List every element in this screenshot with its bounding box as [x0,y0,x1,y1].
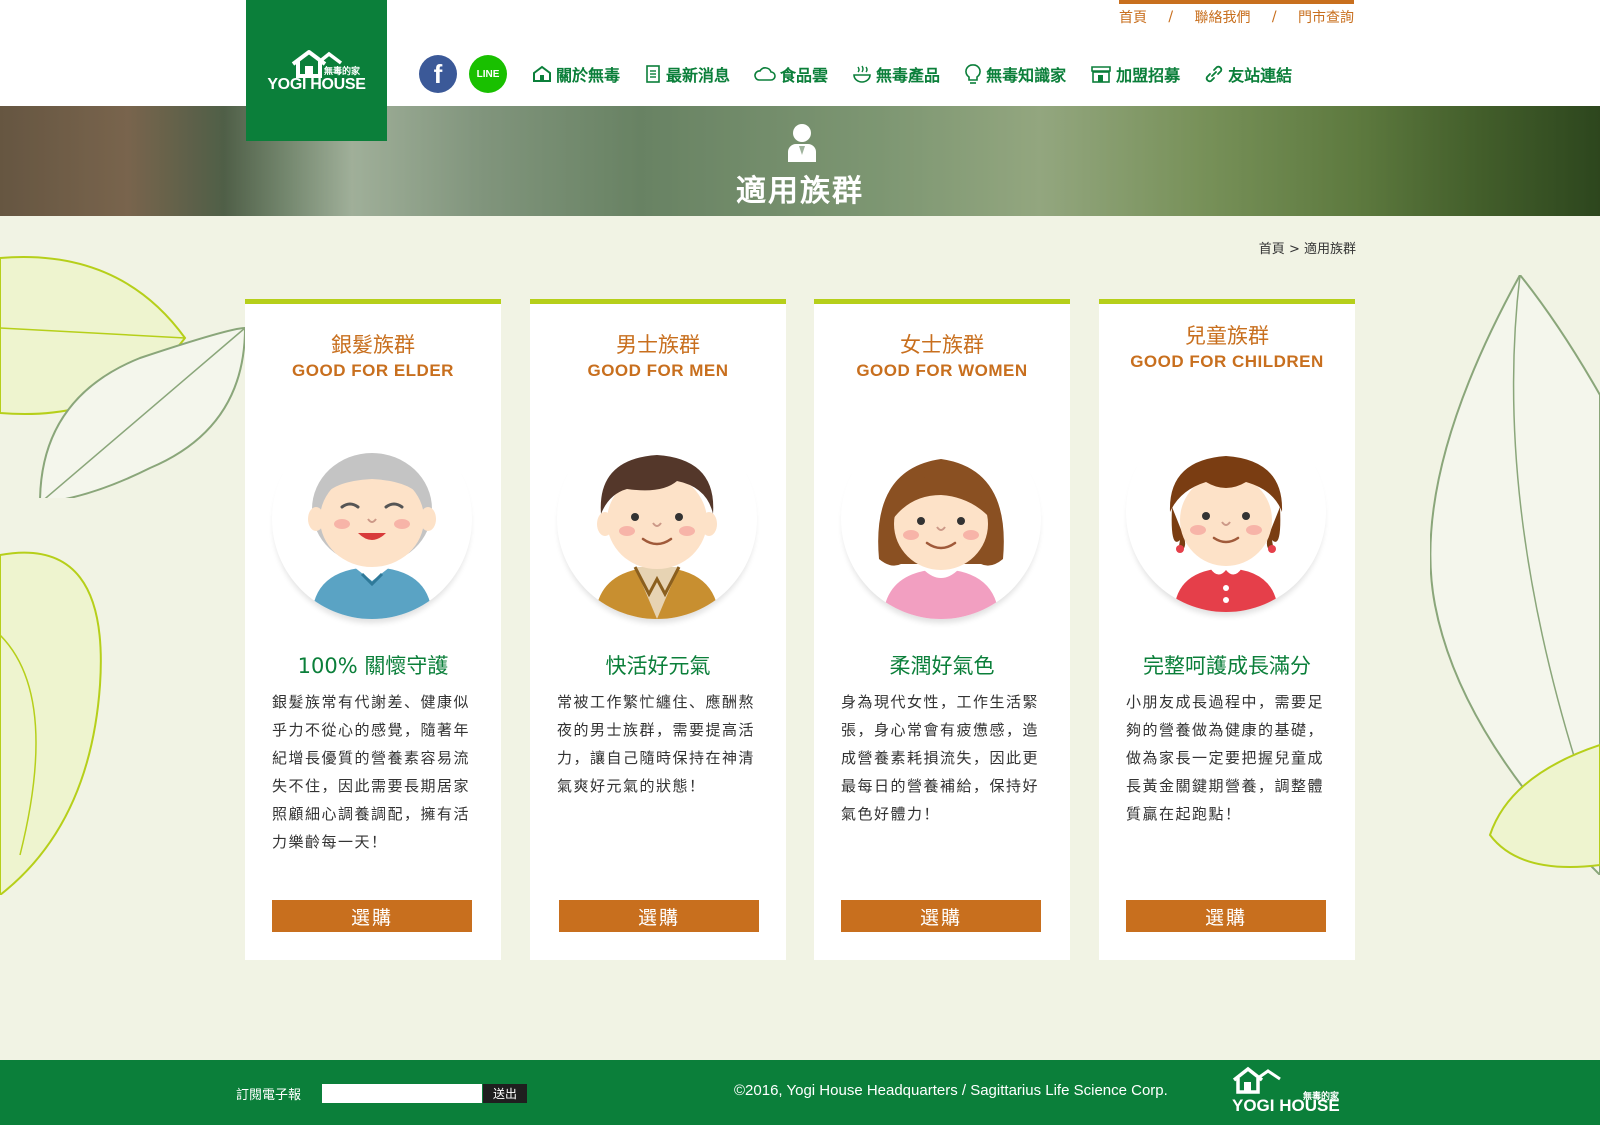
card-women: 女士族群 GOOD FOR WOMEN 柔潤好氣色 身為現代女性，工作生活緊張，… [814,299,1070,960]
card-headline: 快活好元氣 [605,654,711,678]
logo-text: YOGI HOUSE [267,75,366,93]
top-links: 首頁 / 聯絡我們 / 門市查詢 [1119,0,1354,30]
card-title-en: GOOD FOR CHILDREN [1130,352,1324,371]
card-elder: 銀髮族群 GOOD FOR ELDER 100% 關懷守護 銀髮族常有代謝差、健… [245,299,501,960]
card-headline: 完整呵護成長滿分 [1143,654,1311,678]
nav-label: 無毒知識家 [986,66,1067,85]
notepad-icon [646,65,660,83]
nav-item-food-cloud[interactable]: 食品雲 [754,62,828,86]
top-link-separator: / [1168,9,1174,25]
facebook-icon[interactable]: f [419,55,457,93]
card-headline: 100% 關懷守護 [297,654,449,678]
site-footer: 訂閱電子報 送出 ©2016, Yogi House Headquarters … [0,1060,1600,1125]
top-link-stores[interactable]: 門市查詢 [1298,7,1354,27]
nav-label: 無毒產品 [876,66,941,85]
link-icon [1205,65,1223,83]
card-men: 男士族群 GOOD FOR MEN 快活好元氣 常被工作繁忙纏住、應酬熬夜的男士… [530,299,786,960]
nav-label: 食品雲 [780,66,829,85]
top-link-separator: / [1271,9,1277,25]
site-header: 首頁 / 聯絡我們 / 門市查詢 f LINE 關於無毒 最新消息 食品雲 無毒… [0,0,1600,106]
card-description: 身為現代女性，工作生活緊張，身心常會有疲憊感，造成營養素耗損流失，因此更最每日的… [841,693,1040,823]
line-icon[interactable]: LINE [469,55,507,93]
nav-label: 友站連結 [1228,66,1293,85]
man-avatar [557,419,757,619]
buy-button[interactable]: 選購 [272,900,472,932]
leaf-decoration-left-top [0,256,247,498]
breadcrumb: 首頁 > 適用族群 [1259,238,1356,257]
cloud-icon [754,67,776,81]
card-title-cn: 銀髮族群 [331,333,415,357]
page-title: 適用族群 [736,174,864,209]
nav-label: 加盟招募 [1116,66,1181,85]
nav-label: 最新消息 [666,66,731,85]
card-title-cn: 女士族群 [900,333,984,357]
breadcrumb-current: 適用族群 [1303,242,1356,257]
card-description: 銀髮族常有代謝差、健康似乎力不從心的感覺，隨著年紀增長優質的營養素容易流失不住，… [272,693,471,851]
nav-item-franchise[interactable]: 加盟招募 [1090,62,1180,86]
card-description: 小朋友成長過程中，需要足夠的營養做為健康的基礎，做為家長一定要把握兒童成長黃金關… [1126,693,1325,823]
logo[interactable]: YOGI HOUSE 無毒的家 [246,0,387,141]
bulb-icon [965,64,981,84]
newsletter-label: 訂閱電子報 [236,1088,302,1103]
card-children: 兒童族群 GOOD FOR CHILDREN 完整呵護成長滿分 小朋友成長過程中… [1099,299,1355,960]
page-banner: 適用族群 [0,106,1600,216]
nav-item-links[interactable]: 友站連結 [1204,62,1292,86]
breadcrumb-home[interactable]: 首頁 [1259,242,1285,257]
nav-item-about[interactable]: 關於無毒 [532,62,620,86]
top-link-home[interactable]: 首頁 [1119,7,1147,27]
child-avatar [1126,412,1326,612]
buy-button[interactable]: 選購 [1126,900,1326,932]
buy-button[interactable]: 選購 [841,900,1041,932]
card-headline: 柔潤好氣色 [889,654,995,678]
card-title-cn: 兒童族群 [1185,324,1269,348]
nav-label: 關於無毒 [556,66,621,85]
newsletter-submit-button[interactable]: 送出 [483,1084,527,1103]
logo-cn: 無毒的家 [324,67,361,77]
leaf-decoration-left-bottom [0,551,102,895]
nav-item-news[interactable]: 最新消息 [644,62,730,86]
buy-button[interactable]: 選購 [559,900,759,932]
card-title-en: GOOD FOR WOMEN [856,361,1028,380]
main-nav: 關於無毒 最新消息 食品雲 無毒產品 無毒知識家 加盟招募 友站連結 [532,62,1292,86]
copyright-text: ©2016, Yogi House Headquarters / Sagitta… [734,1082,1168,1099]
breadcrumb-separator: > [1288,242,1300,257]
newsletter-email-input[interactable] [322,1084,482,1103]
store-icon [1091,66,1111,83]
person-icon [788,124,816,162]
card-title-en: GOOD FOR ELDER [292,361,454,380]
nav-item-knowledge[interactable]: 無毒知識家 [964,62,1066,86]
elder-avatar [272,419,472,619]
card-title-en: GOOD FOR MEN [587,361,729,380]
bowl-icon [853,65,871,83]
house-icon [533,65,551,82]
footer-logo-text: YOGI HOUSE [1232,1096,1340,1115]
nav-item-products[interactable]: 無毒產品 [852,62,940,86]
woman-avatar [841,419,1041,619]
card-title-cn: 男士族群 [616,333,700,357]
card-description: 常被工作繁忙纏住、應酬熬夜的男士族群，需要提高活力，讓自己隨時保持在神清氣爽好元… [557,693,756,795]
top-link-contact[interactable]: 聯絡我們 [1195,7,1251,27]
footer-logo[interactable]: 無毒的家 YOGI HOUSE [1230,1066,1354,1120]
leaf-decoration-right [1430,275,1600,875]
